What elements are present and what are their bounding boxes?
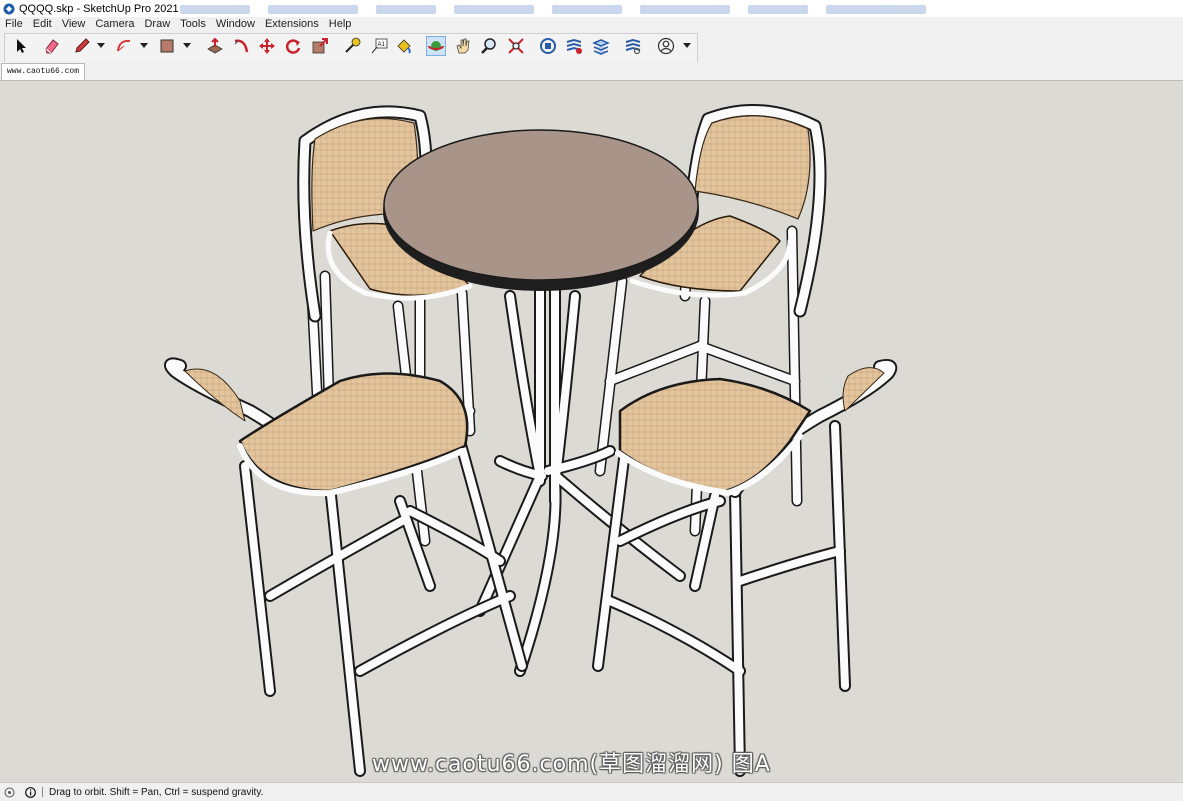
menu-tools[interactable]: Tools bbox=[175, 17, 211, 32]
zoom-extents-icon bbox=[508, 38, 524, 54]
eraser-tool-button[interactable] bbox=[42, 36, 62, 56]
svg-text:A1: A1 bbox=[378, 42, 386, 48]
menu-camera[interactable]: Camera bbox=[90, 17, 139, 32]
geo-location-icon[interactable] bbox=[4, 787, 15, 798]
paint-bucket-tool-button[interactable] bbox=[394, 36, 414, 56]
extension-warehouse-button[interactable] bbox=[564, 36, 584, 56]
tape-measure-tool-button[interactable] bbox=[342, 36, 362, 56]
layout-button[interactable] bbox=[591, 36, 611, 56]
zoom-tool-button[interactable] bbox=[479, 36, 499, 56]
window-title: QQQQ.skp - SketchUp Pro 2021 bbox=[19, 2, 179, 15]
status-divider bbox=[42, 787, 43, 797]
rectangle-icon bbox=[160, 39, 174, 53]
main-toolbar: A1 bbox=[0, 32, 1183, 63]
zoom-icon bbox=[481, 38, 496, 54]
select-tool-button[interactable] bbox=[11, 36, 31, 56]
line-tool-button[interactable] bbox=[72, 36, 92, 56]
orbit-tool-button[interactable] bbox=[426, 36, 446, 56]
info-icon[interactable] bbox=[25, 786, 36, 798]
paint-bucket-icon bbox=[397, 39, 411, 54]
select-arrow-icon bbox=[17, 39, 26, 53]
move-tool-button[interactable] bbox=[257, 36, 277, 56]
pan-hand-icon bbox=[456, 38, 470, 54]
push-pull-icon bbox=[207, 37, 223, 54]
eraser-icon bbox=[45, 39, 59, 54]
warehouse-icon bbox=[540, 38, 556, 54]
rotate-icon bbox=[285, 39, 301, 54]
push-pull-tool-button[interactable] bbox=[205, 36, 225, 56]
tape-measure-icon bbox=[345, 37, 361, 53]
3d-warehouse-button[interactable] bbox=[538, 36, 558, 56]
menu-extensions[interactable]: Extensions bbox=[260, 17, 324, 32]
status-message: Drag to orbit. Shift = Pan, Ctrl = suspe… bbox=[49, 786, 264, 798]
extension-warehouse-icon bbox=[566, 38, 582, 54]
title-bar: QQQQ.skp - SketchUp Pro 2021 bbox=[0, 0, 1183, 17]
scale-tool-button[interactable] bbox=[310, 36, 330, 56]
watermark-text: www.caotu66.com(草图溜溜网) 图A bbox=[372, 752, 771, 777]
layout-icon bbox=[592, 39, 610, 55]
rectangle-tool-button[interactable] bbox=[157, 36, 177, 56]
status-bar: Drag to orbit. Shift = Pan, Ctrl = suspe… bbox=[0, 782, 1183, 801]
user-account-icon bbox=[657, 37, 675, 55]
menu-view[interactable]: View bbox=[57, 17, 91, 32]
text-icon: A1 bbox=[371, 38, 388, 54]
rectangle-dropdown-icon[interactable] bbox=[183, 41, 191, 49]
move-icon bbox=[259, 38, 275, 54]
text-tool-button[interactable]: A1 bbox=[369, 36, 389, 56]
model-viewport[interactable]: www.caotu66.com(草图溜溜网) 图A bbox=[0, 80, 1183, 783]
menu-help[interactable]: Help bbox=[324, 17, 357, 32]
extension-manager-icon bbox=[625, 38, 641, 55]
menu-file[interactable]: File bbox=[0, 17, 28, 32]
arc-tool-button[interactable] bbox=[114, 36, 134, 56]
scale-icon bbox=[312, 38, 328, 54]
account-dropdown-icon[interactable] bbox=[683, 41, 691, 49]
follow-me-icon bbox=[234, 39, 249, 53]
bar-table-chairs-model bbox=[164, 104, 898, 777]
zoom-extents-tool-button[interactable] bbox=[506, 36, 526, 56]
menu-draw[interactable]: Draw bbox=[139, 17, 175, 32]
pencil-icon bbox=[75, 38, 90, 53]
account-button[interactable] bbox=[656, 36, 676, 56]
rotate-tool-button[interactable] bbox=[283, 36, 303, 56]
chair-front-right bbox=[592, 358, 898, 777]
menu-window[interactable]: Window bbox=[211, 17, 260, 32]
scene-tab[interactable]: www.caotu66.com bbox=[1, 63, 86, 80]
pan-tool-button[interactable] bbox=[453, 36, 473, 56]
background-taskbar bbox=[180, 2, 1180, 16]
menu-bar: File Edit View Camera Draw Tools Window … bbox=[0, 17, 1183, 32]
scene-tab-bar: www.caotu66.com bbox=[0, 62, 1183, 80]
follow-me-tool-button[interactable] bbox=[231, 36, 251, 56]
extension-manager-button[interactable] bbox=[623, 36, 643, 56]
arc-icon bbox=[117, 39, 131, 52]
line-dropdown-icon[interactable] bbox=[97, 41, 105, 49]
sketchup-logo-icon bbox=[3, 3, 15, 14]
orbit-icon bbox=[428, 41, 444, 51]
menu-edit[interactable]: Edit bbox=[28, 17, 57, 32]
arc-dropdown-icon[interactable] bbox=[140, 41, 148, 49]
